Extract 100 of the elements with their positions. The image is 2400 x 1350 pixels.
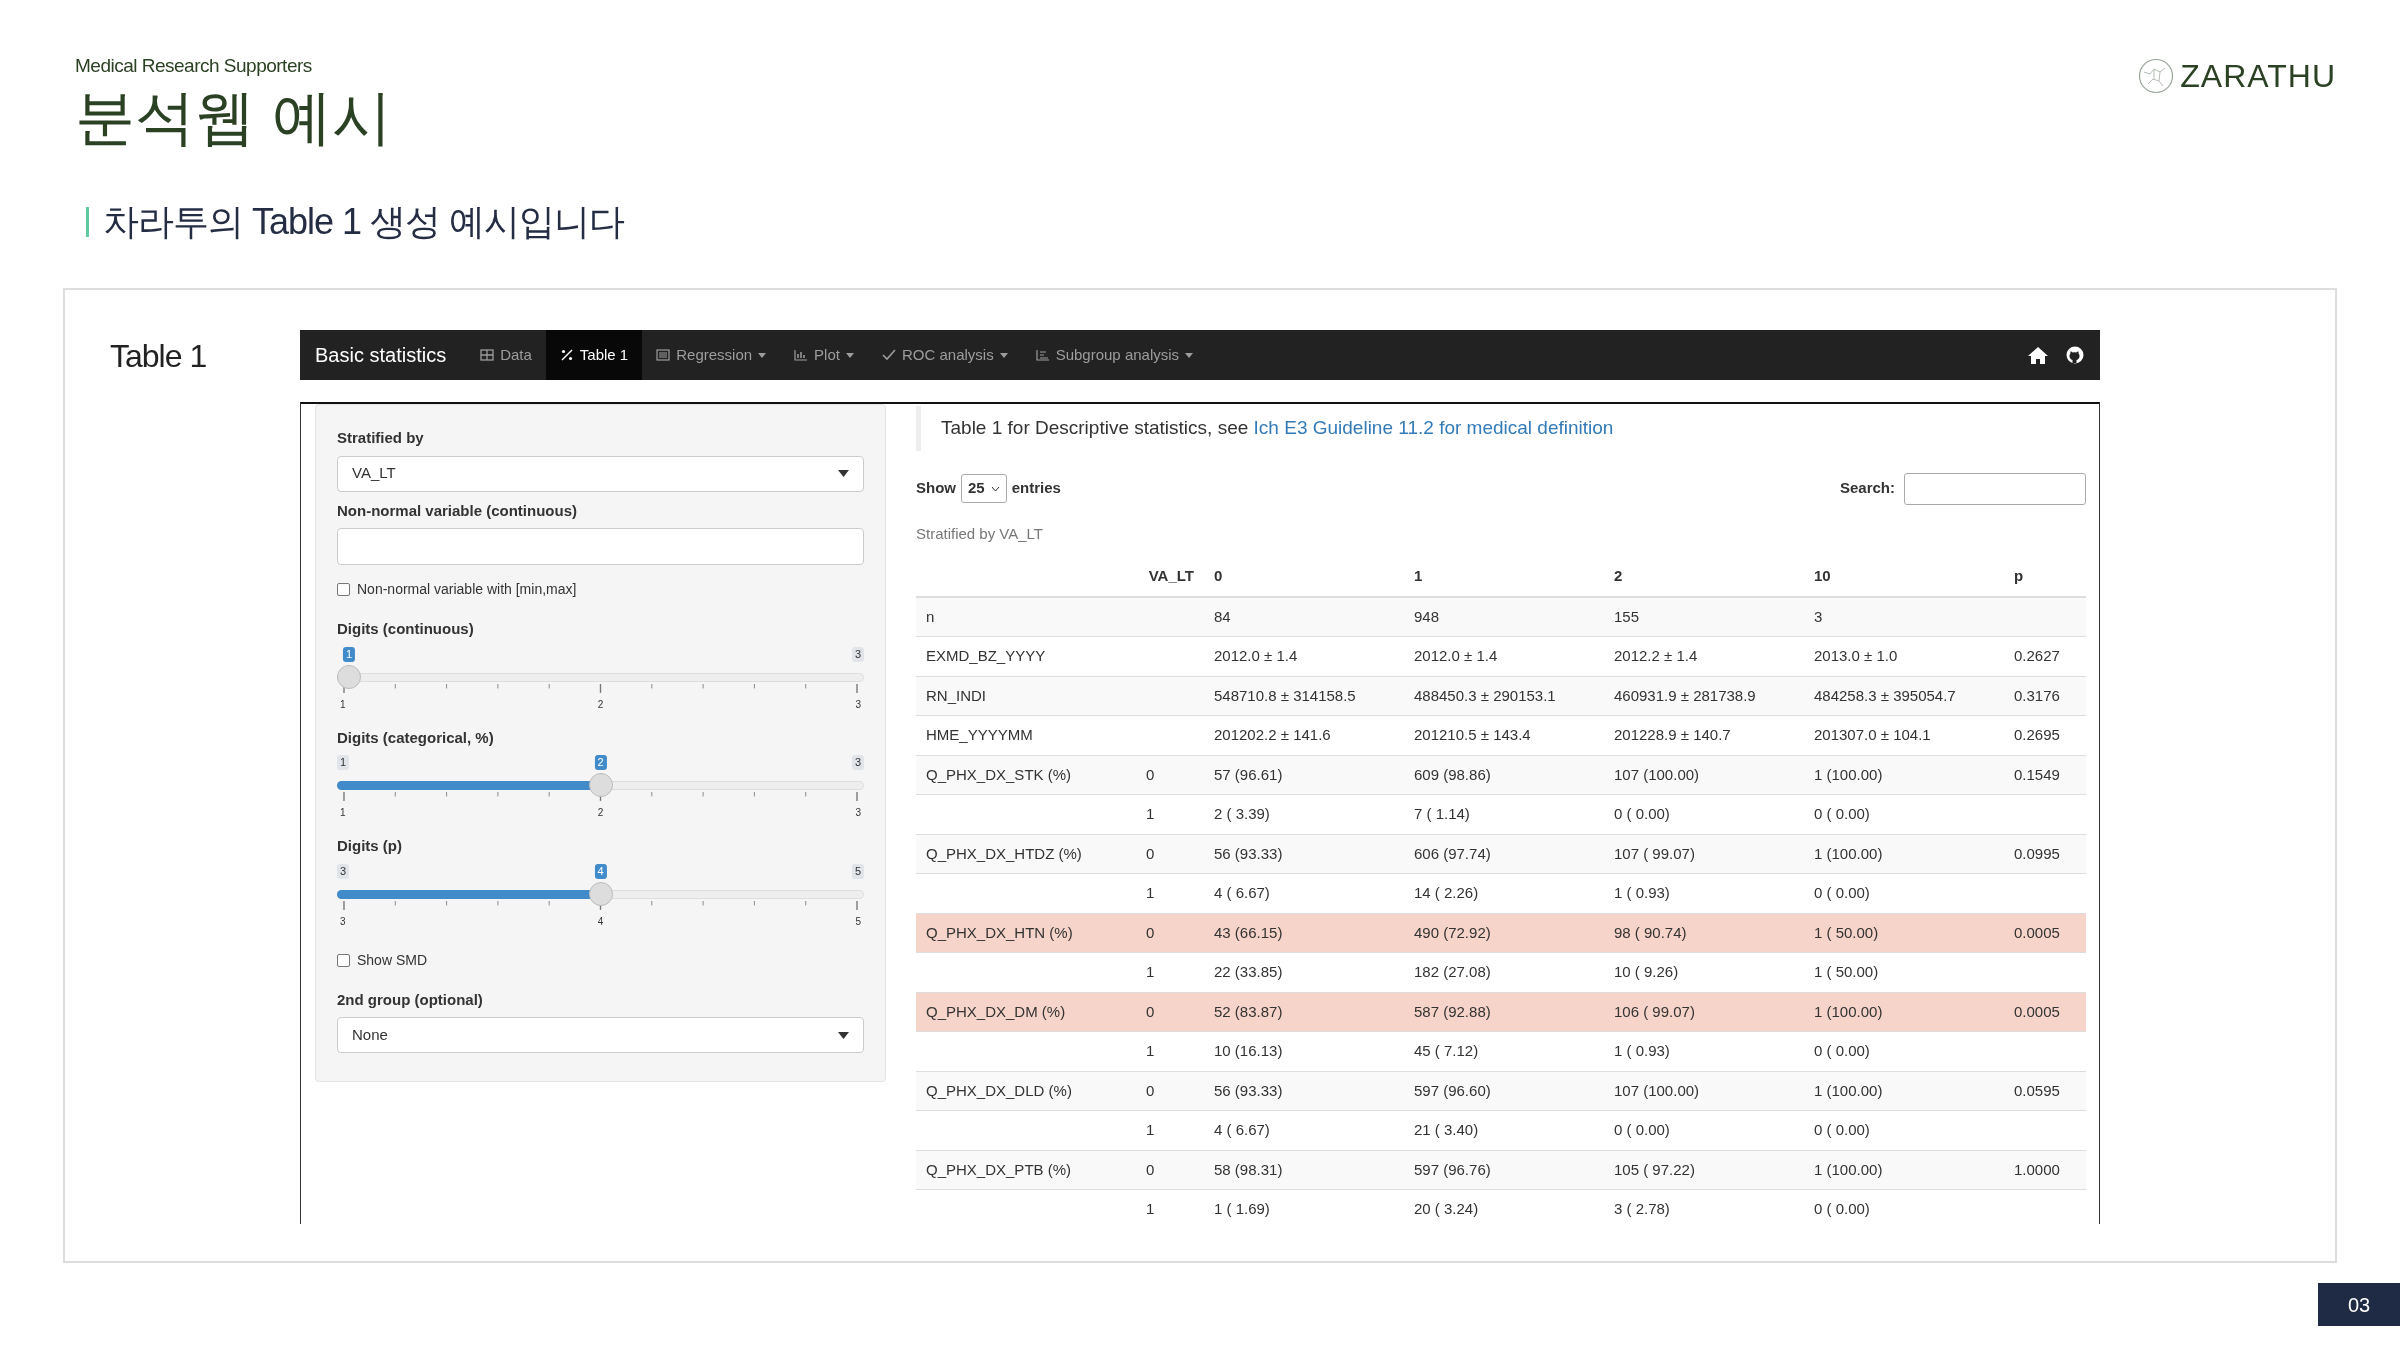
table-cell: 1 (100.00) [1804, 834, 2004, 874]
logo-circle-icon [2138, 58, 2175, 94]
table-cell: Q_PHX_DX_STK (%) [916, 755, 1126, 795]
table-cell: 1 (100.00) [1804, 755, 2004, 795]
nav-tab[interactable]: Data [466, 330, 546, 380]
tick-label: 3 [340, 914, 346, 929]
table-cell: Q_PHX_DX_DM (%) [916, 992, 1126, 1032]
column-header: 1 [1404, 557, 1604, 597]
table-cell: 0.0995 [2004, 834, 2086, 874]
tick-label: 3 [855, 806, 861, 820]
caret-icon [838, 470, 849, 477]
slider-max-label: 5 [851, 863, 864, 879]
table-cell: 0.0005 [2004, 913, 2086, 953]
table-cell: 0 ( 0.00) [1804, 1189, 2004, 1229]
tick-label: 1 [340, 806, 346, 820]
checkbox-label: Non-normal variable with [min,max] [357, 580, 577, 599]
table-cell: 105 ( 97.22) [1604, 1150, 1804, 1190]
navbar-brand[interactable]: Basic statistics [315, 330, 467, 380]
field-label: Stratified by [337, 428, 424, 448]
length-label: entries [1011, 478, 1061, 499]
tick-label: 3 [855, 697, 861, 712]
entries-select[interactable]: 25 [961, 474, 1007, 503]
slider-value: 4 [594, 863, 607, 879]
tick-label: 5 [855, 914, 861, 929]
note-text: Table 1 for Descriptive statistics, see Ich E3 Guideline 11.2 for medical definition [916, 406, 2086, 451]
table-cell: 460931.9 ± 281738.9 [1604, 676, 1804, 716]
column-header: p [2004, 557, 2086, 597]
bar-chart-icon [794, 348, 809, 362]
slide-kicker: Medical Research Supporters [75, 54, 313, 78]
nav-tab[interactable]: Subgroup analysis [1021, 330, 1208, 380]
table-cell: 0 [1126, 1071, 1204, 1111]
table-cell: 1.0000 [2004, 1150, 2086, 1190]
table-cell: 43 (66.15) [1204, 913, 1404, 953]
table-cell: 0 [1126, 755, 1204, 795]
table-cell: Q_PHX_DX_HTDZ (%) [916, 834, 1126, 874]
checkbox[interactable] [337, 583, 350, 596]
table-cell: 0.0005 [2004, 992, 2086, 1032]
search-field[interactable] [1904, 472, 2086, 505]
tick-label: 4 [597, 914, 604, 929]
table-cell: 3 ( 2.78) [1604, 1189, 1804, 1229]
list-icon [656, 348, 671, 362]
table-cell: 1 ( 50.00) [1804, 913, 2004, 953]
table-cell: 1 ( 1.69) [1204, 1189, 1404, 1229]
table-cell: 488450.3 ± 290153.1 [1404, 676, 1604, 716]
field-label: Digits (categorical, %) [337, 727, 494, 748]
table-cell: 1 [1126, 1189, 1204, 1229]
slider-thumb[interactable] [337, 664, 361, 689]
table-cell: 0.1549 [2004, 755, 2086, 795]
slider-thumb[interactable] [588, 881, 613, 906]
table-cell: 609 (98.86) [1404, 755, 1604, 795]
table-cell: n [916, 596, 1126, 637]
table-cell: 58 (98.31) [1204, 1150, 1404, 1190]
column-header: VA_LT [1126, 557, 1204, 597]
home-icon[interactable] [2028, 346, 2048, 364]
input-field[interactable] [337, 528, 864, 565]
search-label: Search: [1839, 478, 1895, 499]
slider-thumb[interactable] [588, 773, 613, 797]
table-cell: 1 (100.00) [1804, 1071, 2004, 1111]
guideline-link[interactable]: Ich E3 Guideline 11.2 for medical definition [1253, 417, 1614, 438]
select-field[interactable]: None [337, 1017, 864, 1053]
page-number: 03 [2318, 1283, 2400, 1326]
slide-title: 분석웹 예시 [75, 84, 392, 151]
tick-label: 2 [597, 806, 604, 820]
tick-label: 2 [597, 697, 604, 712]
nav-tab[interactable]: Table 1 [545, 330, 643, 380]
table-cell: 587 (92.88) [1404, 992, 1604, 1032]
select-field[interactable]: VA_LT [337, 455, 864, 492]
table-cell: RN_INDI [916, 676, 1126, 716]
checkbox[interactable] [337, 953, 350, 967]
table-cell: 0.3176 [2004, 676, 2086, 716]
table-cell: 3 [1804, 596, 2004, 637]
table-cell: 1 (100.00) [1804, 992, 2004, 1032]
slide-caption: 차라투의 Table 1 생성 예시입니다 [103, 199, 625, 244]
nav-tab[interactable]: Plot [780, 330, 868, 380]
slider-value: 2 [594, 755, 607, 771]
table-cell: 1 (100.00) [1804, 1150, 2004, 1190]
panel-label: Table 1 [109, 337, 208, 376]
length-label: Show [916, 478, 956, 499]
column-header: 0 [1204, 557, 1404, 597]
table-cell: 98 ( 90.74) [1604, 913, 1804, 953]
table-cell: Q_PHX_DX_PTB (%) [916, 1150, 1126, 1190]
column-header: 10 [1804, 557, 2004, 597]
table-cell: 606 (97.74) [1404, 834, 1604, 874]
field-label: Digits (p) [337, 836, 402, 856]
table-cell: 107 (100.00) [1604, 1071, 1804, 1111]
logo-text: ZARATHU [2180, 57, 2336, 96]
table-cell: 20 ( 3.24) [1404, 1189, 1604, 1229]
table-cell: 484258.3 ± 395054.7 [1804, 676, 2004, 716]
nav-tab[interactable]: Regression [642, 330, 781, 380]
slider-value: 1 [342, 646, 356, 662]
table-cell: 106 ( 99.07) [1604, 992, 1804, 1032]
table-caption: Stratified by VA_LT [916, 523, 1044, 544]
slider-min-label: 1 [337, 755, 350, 771]
cat-logo-icon[interactable] [2066, 346, 2084, 364]
table-cell: 548710.8 ± 314158.5 [1204, 676, 1404, 716]
check-icon [881, 348, 896, 362]
nav-tab[interactable]: ROC analysis [867, 330, 1022, 380]
table-icon [480, 348, 495, 362]
column-header: 2 [1604, 557, 1804, 597]
percent-icon [559, 348, 574, 362]
